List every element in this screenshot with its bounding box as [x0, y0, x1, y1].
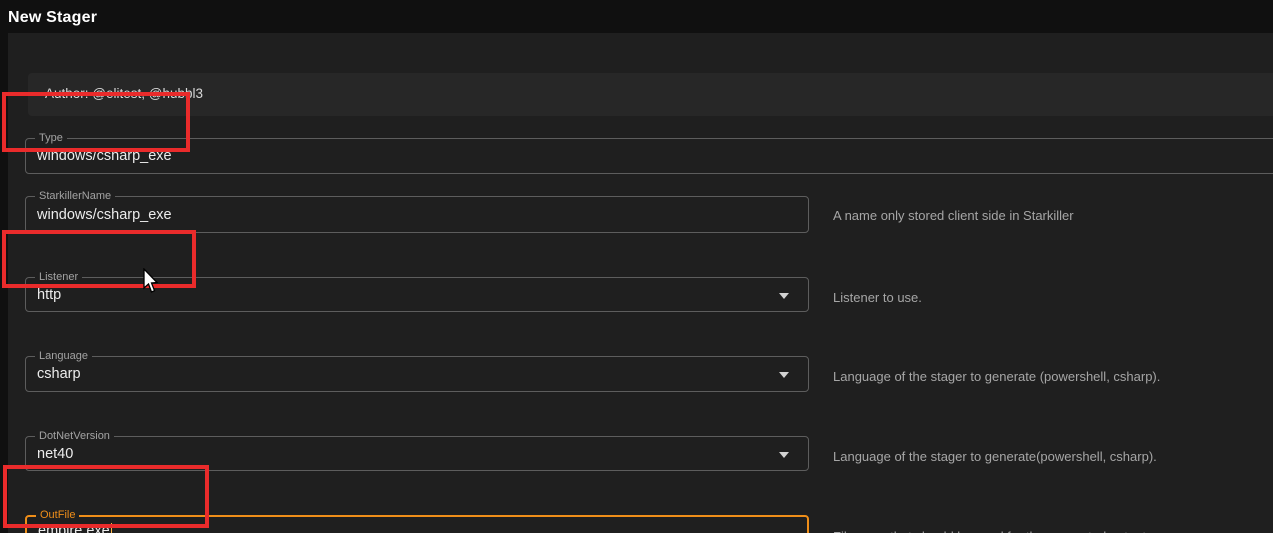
language-select[interactable]: Language csharp: [25, 356, 809, 392]
type-field-label: Type: [35, 131, 67, 145]
dotnetversion-helper-text: Language of the stager to generate(power…: [833, 449, 1157, 464]
type-field-value: windows/csharp_exe: [37, 148, 172, 164]
outfile-helper-text: Filename that should be used for the gen…: [833, 529, 1150, 533]
dotnetversion-select-value: net40: [37, 446, 73, 462]
outfile-text: empire.exe: [38, 523, 110, 533]
listener-helper-text: Listener to use.: [833, 290, 922, 305]
author-banner: Author: @elitest, @hubbl3: [28, 73, 1273, 116]
starkillername-helper-text: A name only stored client side in Starki…: [833, 208, 1074, 223]
text-caret: [111, 523, 113, 533]
language-helper-text: Language of the stager to generate (powe…: [833, 369, 1160, 384]
starkillername-field-value: windows/csharp_exe: [37, 207, 172, 223]
chevron-down-icon[interactable]: [779, 372, 789, 378]
starkillername-field-label: StarkillerName: [35, 189, 115, 203]
language-select-value: csharp: [37, 366, 81, 382]
outfile-field[interactable]: OutFile empire.exe: [25, 515, 809, 533]
page-title: New Stager: [8, 9, 97, 27]
language-select-label: Language: [35, 349, 92, 363]
listener-select-label: Listener: [35, 270, 82, 284]
stager-form-panel: Author: @elitest, @hubbl3 Type windows/c…: [8, 33, 1273, 533]
outfile-field-value: empire.exe: [38, 523, 112, 533]
chevron-down-icon[interactable]: [779, 452, 789, 458]
listener-select[interactable]: Listener http: [25, 277, 809, 312]
dotnetversion-select-label: DotNetVersion: [35, 429, 114, 443]
type-field[interactable]: Type windows/csharp_exe: [25, 138, 1273, 174]
author-text: Author: @elitest, @hubbl3: [45, 86, 203, 101]
chevron-down-icon[interactable]: [779, 293, 789, 299]
listener-select-value: http: [37, 287, 61, 303]
dotnetversion-select[interactable]: DotNetVersion net40: [25, 436, 809, 471]
starkillername-field[interactable]: StarkillerName windows/csharp_exe: [25, 196, 809, 233]
outfile-field-label: OutFile: [36, 508, 79, 522]
